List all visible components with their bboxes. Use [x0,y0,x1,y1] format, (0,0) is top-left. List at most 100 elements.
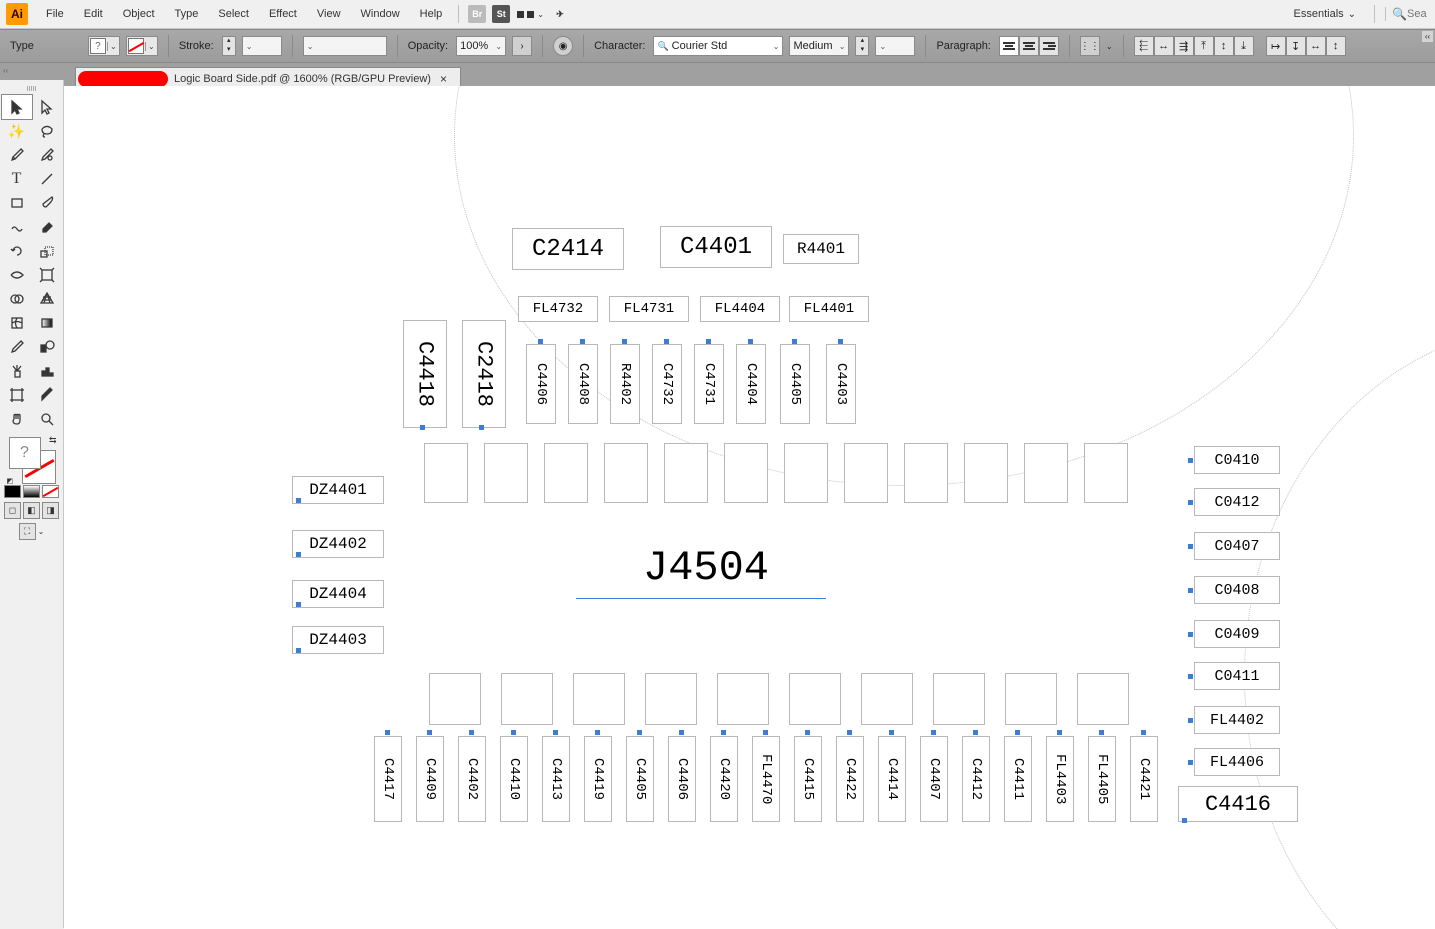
tab-close-button[interactable]: × [437,72,450,86]
align-center-button[interactable] [1019,36,1039,56]
component-label[interactable]: DZ4402 [292,530,384,558]
curvature-tool[interactable] [32,143,62,167]
component-label[interactable]: C4405 [780,344,810,424]
menu-window[interactable]: Window [351,4,410,24]
component-label[interactable]: DZ4403 [292,626,384,654]
swap-fill-stroke-icon[interactable]: ⇆ [49,435,57,446]
component-label[interactable]: C4404 [736,344,766,424]
component-label[interactable]: C4410 [500,736,528,822]
component-label[interactable]: C4422 [836,736,864,822]
component-label[interactable]: FL4402 [1194,706,1280,734]
font-size-combo[interactable] [875,36,915,56]
stock-icon[interactable]: St [492,5,510,23]
hand-tool[interactable] [2,407,32,431]
component-label[interactable]: C0409 [1194,620,1280,648]
menu-edit[interactable]: Edit [74,4,113,24]
shape-builder-tool[interactable] [2,287,32,311]
toolbox-grip[interactable] [17,86,47,91]
font-style-combo[interactable]: Medium [789,36,849,56]
line-segment-tool[interactable] [32,167,62,191]
component-label[interactable]: DZ4404 [292,580,384,608]
component-label[interactable]: C4401 [660,226,772,268]
color-button[interactable] [4,485,21,498]
component-label[interactable]: C4731 [694,344,724,424]
transform-w[interactable]: ↔ [1306,36,1326,56]
direct-selection-tool[interactable] [32,95,62,119]
component-label[interactable]: FL4401 [789,296,869,322]
pen-tool[interactable] [2,143,32,167]
type-tool[interactable]: T [2,167,32,191]
menu-help[interactable]: Help [410,4,453,24]
component-label[interactable]: C4732 [652,344,682,424]
rotate-tool[interactable] [2,239,32,263]
stroke-weight-combo[interactable] [242,36,282,56]
align-obj-hcenter[interactable]: ↔ [1154,36,1174,56]
workspace-switcher[interactable]: Essentials [1286,5,1365,23]
align-right-button[interactable] [1039,36,1059,56]
align-obj-bottom[interactable]: ⤓ [1234,36,1254,56]
fill-box[interactable]: ? [9,437,41,469]
artboard-tool[interactable] [2,383,32,407]
transform-x[interactable]: ↦ [1266,36,1286,56]
menu-object[interactable]: Object [113,4,165,24]
scale-tool[interactable] [32,239,62,263]
default-fill-stroke-icon[interactable]: ◩ [7,477,14,485]
component-label[interactable]: C4407 [920,736,948,822]
component-label[interactable]: C4419 [584,736,612,822]
component-label[interactable]: C0408 [1194,576,1280,604]
component-label[interactable]: C0407 [1194,532,1280,560]
bullets-button[interactable]: ⋮⋮ [1080,36,1100,56]
component-label[interactable]: C4403 [826,344,856,424]
component-label[interactable]: C4406 [526,344,556,424]
align-obj-vcenter[interactable]: ↕ [1214,36,1234,56]
component-label[interactable]: C4413 [542,736,570,822]
blend-tool[interactable] [32,335,62,359]
menu-select[interactable]: Select [208,4,259,24]
arrange-docs-button[interactable]: ⌄ [517,10,544,19]
symbol-sprayer-tool[interactable] [2,359,32,383]
component-label[interactable]: C4406 [668,736,696,822]
gradient-tool[interactable] [32,311,62,335]
zoom-tool[interactable] [32,407,62,431]
transform-y[interactable]: ↧ [1286,36,1306,56]
component-label[interactable]: DZ4401 [292,476,384,504]
component-label[interactable]: FL4406 [1194,748,1280,776]
font-family-combo[interactable]: Courier Std⌄ [653,36,783,56]
draw-behind-button[interactable]: ◧ [23,502,40,519]
search-input[interactable] [1407,8,1429,20]
screen-mode-switch[interactable]: ⛶⌄ [19,523,45,540]
component-label[interactable]: C4418 [403,320,447,428]
recolor-art-button[interactable]: ◉ [553,36,573,56]
component-label[interactable]: C0410 [1194,446,1280,474]
draw-normal-button[interactable]: ◻ [4,502,21,519]
gradient-button[interactable] [23,485,40,498]
component-label[interactable]: C4414 [878,736,906,822]
perspective-grid-tool[interactable] [32,287,62,311]
component-label[interactable]: C4409 [416,736,444,822]
component-label[interactable]: C2414 [512,228,624,270]
bridge-icon[interactable]: Br [468,5,486,23]
mesh-tool[interactable] [2,311,32,335]
component-label[interactable]: FL4470 [752,736,780,822]
component-label[interactable]: C4416 [1178,786,1298,822]
main-connector-label[interactable]: J4504 [566,538,846,598]
transform-h[interactable]: ↕ [1326,36,1346,56]
column-graph-tool[interactable] [32,359,62,383]
eyedropper-tool[interactable] [2,335,32,359]
width-tool[interactable] [2,263,32,287]
free-transform-tool[interactable] [32,263,62,287]
draw-inside-button[interactable]: ◨ [42,502,59,519]
component-label[interactable]: FL4731 [609,296,689,322]
component-label[interactable]: C4420 [710,736,738,822]
lasso-tool[interactable] [32,119,62,143]
align-obj-right[interactable]: ⇶ [1174,36,1194,56]
component-label[interactable]: C0411 [1194,662,1280,690]
paintbrush-tool[interactable] [32,191,62,215]
component-label[interactable]: FL4404 [700,296,780,322]
gpu-icon[interactable]: ✈ [551,5,569,23]
component-label[interactable]: FL4732 [518,296,598,322]
fill-swatch[interactable]: ⌄ [88,36,120,56]
component-label[interactable]: C4415 [794,736,822,822]
component-label[interactable]: C4405 [626,736,654,822]
align-left-button[interactable] [999,36,1019,56]
